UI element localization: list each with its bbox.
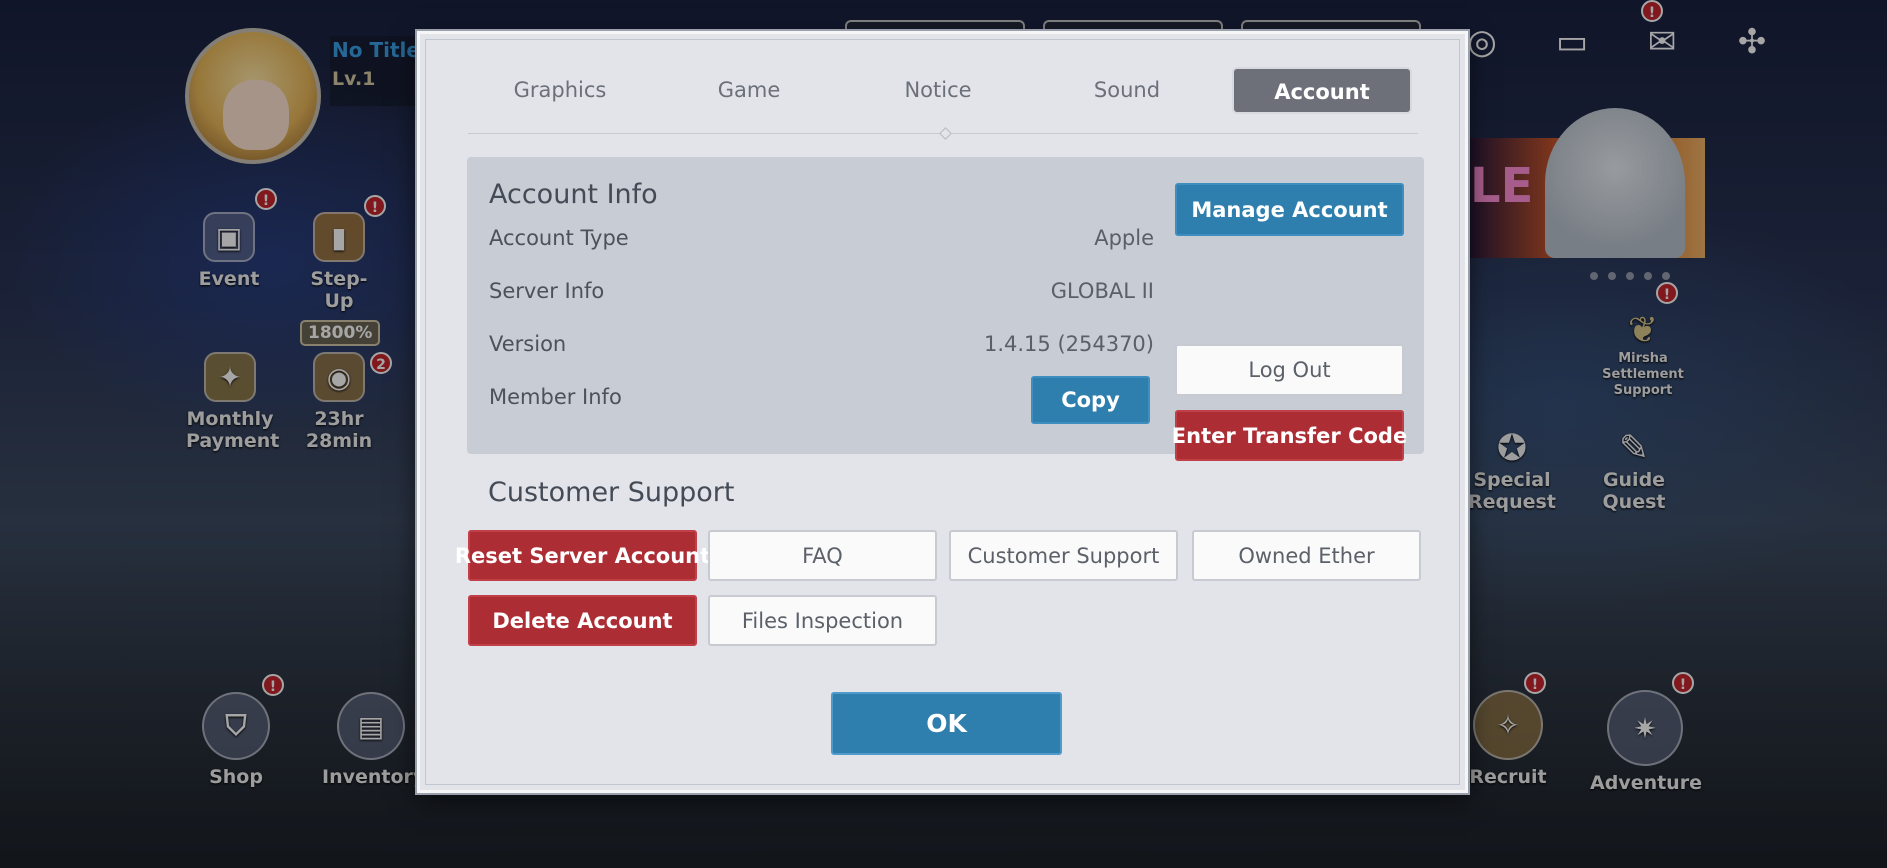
customer-support-heading: Customer Support: [488, 477, 735, 508]
account-info-heading: Account Info: [489, 179, 658, 210]
tab-notice[interactable]: Notice: [848, 67, 1028, 114]
account-type-label: Account Type: [489, 226, 629, 250]
ok-button[interactable]: OK: [831, 692, 1062, 755]
member-info-label: Member Info: [489, 385, 622, 409]
delete-account-button[interactable]: Delete Account: [468, 595, 697, 646]
divider-ornament: [939, 127, 952, 140]
faq-button[interactable]: FAQ: [708, 530, 937, 581]
server-info-value: GLOBAL II: [1050, 279, 1154, 303]
account-info-panel: Account Info Account Type Apple Server I…: [467, 157, 1424, 461]
tab-game[interactable]: Game: [659, 67, 839, 114]
server-info-label: Server Info: [489, 279, 605, 303]
version-value: 1.4.15 (254370): [983, 332, 1154, 356]
reset-server-account-button[interactable]: Reset Server Account: [455, 530, 710, 581]
settings-tabs: Graphics Game Notice Sound Account: [470, 67, 1415, 117]
tab-sound[interactable]: Sound: [1037, 67, 1217, 114]
logout-button[interactable]: Log Out: [1175, 344, 1404, 396]
account-type-value: Apple: [1094, 226, 1154, 250]
tab-graphics[interactable]: Graphics: [470, 67, 650, 114]
settings-dialog: Graphics Game Notice Sound Account Accou…: [417, 31, 1468, 793]
copy-button[interactable]: Copy: [1031, 376, 1150, 424]
owned-ether-button[interactable]: Owned Ether: [1192, 530, 1421, 581]
tab-account[interactable]: Account: [1232, 67, 1412, 114]
manage-account-button[interactable]: Manage Account: [1175, 183, 1404, 236]
enter-transfer-code-button[interactable]: Enter Transfer Code: [1172, 410, 1407, 461]
customer-support-button[interactable]: Customer Support: [949, 530, 1178, 581]
files-inspection-button[interactable]: Files Inspection: [708, 595, 937, 646]
version-label: Version: [489, 332, 567, 356]
